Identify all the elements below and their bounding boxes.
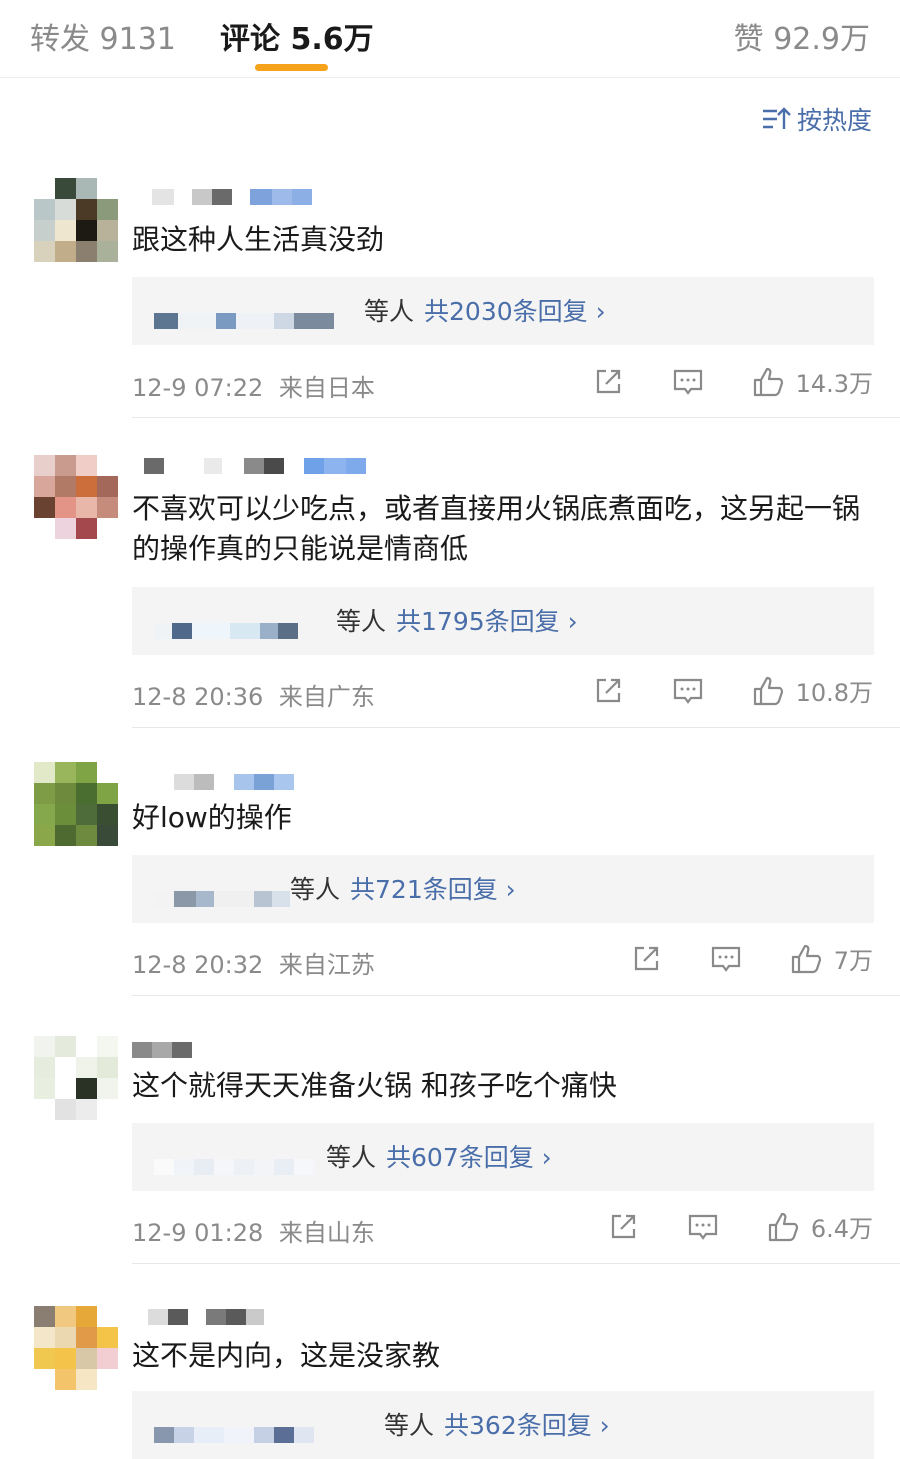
comment-text: 不喜欢可以少吃点，或者直接用火锅底煮面吃，这另起一锅的操作真的只能说是情商低: [132, 492, 861, 565]
comment-icon[interactable]: [687, 1211, 719, 1243]
tab-reposts[interactable]: 转发 9131: [30, 14, 176, 58]
sort-button[interactable]: 按热度: [761, 101, 872, 137]
tab-comments[interactable]: 评论 5.6万: [220, 14, 374, 58]
like-count: 7万: [833, 947, 873, 975]
reply-count-link[interactable]: 共607条回复 ›: [386, 1143, 552, 1172]
comment-text: 好low的操作: [132, 801, 292, 834]
reply-users-blurred: [154, 873, 290, 907]
reply-count-link[interactable]: 共2030条回复 ›: [424, 297, 606, 326]
thumbs-up-icon[interactable]: [752, 366, 784, 398]
reply-users-suffix: 等人: [364, 297, 415, 326]
avatar[interactable]: [34, 1036, 118, 1120]
comment-text: 这不是内向，这是没家教: [132, 1339, 441, 1372]
comment-icon[interactable]: [672, 366, 704, 398]
comment-location: 来自广东: [278, 683, 375, 711]
username-blurred[interactable]: [132, 186, 312, 208]
share-icon[interactable]: [592, 675, 624, 707]
reply-users-suffix: 等人: [326, 1143, 377, 1172]
username-blurred[interactable]: [132, 1039, 192, 1061]
thumbs-up-icon[interactable]: [790, 943, 822, 975]
share-icon[interactable]: [607, 1211, 639, 1243]
avatar[interactable]: [34, 178, 118, 262]
reply-users-blurred: [154, 1409, 314, 1443]
reply-count-link[interactable]: 共362条回复 ›: [444, 1411, 610, 1440]
replies-preview[interactable]: 等人 共721条回复 ›: [132, 855, 874, 923]
avatar[interactable]: [34, 455, 118, 539]
like-count: 14.3万: [795, 370, 873, 398]
replies-preview[interactable]: 等人 共362条回复 ›: [132, 1391, 874, 1459]
divider: [132, 995, 900, 996]
comment-text: 这个就得天天准备火锅 和孩子吃个痛快: [132, 1069, 617, 1102]
reply-count-link[interactable]: 共1795条回复 ›: [396, 607, 578, 636]
reply-users-blurred: [154, 295, 334, 329]
reply-users-suffix: 等人: [290, 875, 341, 904]
tab-likes[interactable]: 赞 92.9万: [734, 14, 870, 58]
comment-time: 12-8 20:32: [132, 951, 264, 979]
comment-location: 来自江苏: [278, 951, 375, 979]
username-blurred[interactable]: [132, 1306, 264, 1328]
thumbs-up-icon[interactable]: [752, 675, 784, 707]
replies-preview[interactable]: 等人 共607条回复 ›: [132, 1123, 874, 1191]
comment-location: 来自山东: [278, 1219, 375, 1247]
like-count: 10.8万: [795, 679, 873, 707]
reply-users-suffix: 等人: [384, 1411, 435, 1440]
reply-users-blurred: [154, 605, 298, 639]
avatar[interactable]: [34, 762, 118, 846]
avatar[interactable]: [34, 1306, 118, 1390]
username-blurred[interactable]: [132, 455, 366, 477]
share-icon[interactable]: [592, 366, 624, 398]
tab-bar: 转发 9131 评论 5.6万 赞 92.9万: [0, 0, 900, 78]
username-blurred[interactable]: [132, 771, 294, 793]
divider: [132, 417, 900, 418]
reply-count-link[interactable]: 共721条回复 ›: [350, 875, 516, 904]
like-count: 6.4万: [810, 1215, 873, 1243]
replies-preview[interactable]: 等人 共2030条回复 ›: [132, 277, 874, 345]
comment-time: 12-9 01:28: [132, 1219, 264, 1247]
thumbs-up-icon[interactable]: [767, 1211, 799, 1243]
replies-preview[interactable]: 等人 共1795条回复 ›: [132, 587, 874, 655]
comment-text: 跟这种人生活真没劲: [132, 223, 385, 256]
share-icon[interactable]: [630, 943, 662, 975]
comment-icon[interactable]: [710, 943, 742, 975]
sort-label: 按热度: [796, 106, 872, 135]
active-tab-indicator: [255, 64, 328, 71]
comment-icon[interactable]: [672, 675, 704, 707]
comment-time: 12-9 07:22: [132, 374, 264, 402]
divider: [132, 1263, 900, 1264]
divider: [132, 727, 900, 728]
comment-location: 来自日本: [278, 374, 375, 402]
reply-users-blurred: [154, 1141, 314, 1175]
sort-hot-icon: [762, 107, 791, 129]
reply-users-suffix: 等人: [336, 607, 387, 636]
comment-time: 12-8 20:36: [132, 683, 264, 711]
